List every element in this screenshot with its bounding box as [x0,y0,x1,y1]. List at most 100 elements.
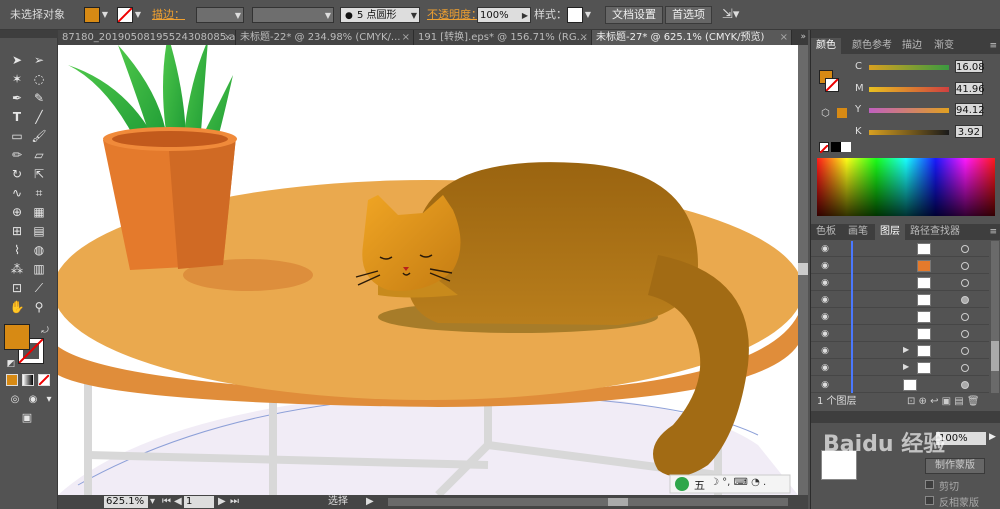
tab-brushes[interactable]: 画笔 [843,224,873,240]
zoom-field[interactable]: 625.1% [104,496,148,508]
tab-doc-2[interactable]: 未标题-22* @ 234.98% (CMYK/... × [236,30,414,45]
target-icon[interactable] [961,296,969,304]
layer-action-icons[interactable]: ⊡ ⊕ ↩ ▣ ▤ 🗑 [907,395,980,409]
layers-scrollbar[interactable] [991,241,999,393]
draw-inside-icon[interactable]: ▾ [40,392,58,408]
layer-row[interactable]: ◉ [811,326,989,342]
target-icon[interactable] [961,364,969,372]
eye-icon[interactable]: ◉ [819,277,831,289]
none-mode-icon[interactable] [38,374,50,386]
gradient-mode-icon[interactable] [22,374,34,386]
target-icon[interactable] [961,245,969,253]
tab-stroke[interactable]: 描边 [897,38,927,54]
close-icon[interactable]: × [402,30,410,45]
tab-color-guide[interactable]: 颜色参考 [847,38,897,54]
scale-tool-icon[interactable]: ⇱ [30,166,48,182]
layer-row[interactable]: ◉ ▶ [811,343,989,359]
color-spectrum[interactable] [817,158,995,216]
magic-wand-icon[interactable]: ✶ [8,71,26,87]
channel-y-slider[interactable] [869,108,949,113]
lasso-icon[interactable]: ◌ [30,71,48,87]
invert-mask-checkbox[interactable] [925,496,934,505]
channel-m-slider[interactable] [869,87,949,92]
eye-icon[interactable]: ◉ [819,311,831,323]
preferences-button[interactable]: 首选项 [665,6,712,24]
gradient-tool-icon[interactable]: ▤ [30,223,48,239]
eye-icon[interactable]: ◉ [819,362,831,374]
pen-tool-icon[interactable]: ✒ [8,90,26,106]
last-artboard-icon[interactable]: ⏭ [230,495,239,509]
expand-arrow-icon[interactable]: ▶ [903,362,909,371]
target-icon[interactable] [961,313,969,321]
rotate-tool-icon[interactable]: ↻ [8,166,26,182]
paintbrush-icon[interactable]: 🖌 [30,128,48,144]
arrange-icon[interactable]: ⇲▾ [722,6,739,24]
tab-doc-1[interactable]: 87180_20190508195524308085.ai* × [58,30,236,45]
eye-icon[interactable]: ◉ [819,260,831,272]
panel-menu-icon[interactable]: ≡ [989,224,997,240]
tabs-overflow-icon[interactable]: » [800,30,806,45]
ime-tool-icons[interactable]: ☽ °, ⌨ ◔ . [710,477,766,488]
layer-row[interactable]: ◉ [811,241,989,257]
fill-dropdown[interactable]: ▼ [100,7,110,23]
eye-icon[interactable]: ◉ [819,379,831,391]
gamut-swatch[interactable] [837,108,847,118]
mesh-tool-icon[interactable]: ⊞ [8,223,26,239]
shape-builder-icon[interactable]: ⊕ [8,204,26,220]
symbol-sprayer-icon[interactable]: ⁂ [8,261,26,277]
zoom-tool-icon[interactable]: ⚲ [30,299,48,315]
target-icon[interactable] [961,330,969,338]
transparency-opacity-arrow[interactable]: ▶ [989,432,996,442]
layer-row[interactable]: ◉ ▶ [811,360,989,376]
perspective-grid-icon[interactable]: ▦ [30,204,48,220]
eye-icon[interactable]: ◉ [819,243,831,255]
vertical-scrollbar[interactable] [798,45,808,495]
target-icon[interactable] [961,279,969,287]
make-mask-button[interactable]: 制作蒙版 [925,458,985,474]
style-swatch[interactable] [567,7,583,23]
draw-normal-icon[interactable]: ◎ [6,392,24,408]
hand-tool-icon[interactable]: ✋ [8,299,26,315]
channel-c-value[interactable]: 16.08 [955,60,985,73]
channel-c-slider[interactable] [869,65,949,70]
first-artboard-icon[interactable]: ⏮ [162,495,171,509]
next-artboard-icon[interactable]: ▶ [218,495,226,509]
line-tool-icon[interactable]: ╱ [30,109,48,125]
toolbar-grip[interactable] [0,30,58,38]
channel-m-value[interactable]: 41.96 [955,82,985,95]
artboard-canvas[interactable]: 五 ☽ °, ⌨ ◔ . [58,45,798,495]
vscroll-thumb[interactable] [798,263,808,275]
document-setup-button[interactable]: 文档设置 [605,6,663,24]
target-icon[interactable] [961,347,969,355]
selection-tool-icon[interactable]: ➤ [8,52,26,68]
column-graph-icon[interactable]: ▥ [30,261,48,277]
eraser-icon[interactable]: ▱ [30,147,48,163]
layer-row[interactable]: ◉ [811,292,989,308]
eyedropper-icon[interactable]: ⌇ [8,242,26,258]
opacity-label[interactable]: 不透明度： [427,6,482,24]
layer-row[interactable]: ◉ [811,309,989,325]
target-icon[interactable] [961,381,969,389]
direct-selection-tool-icon[interactable]: ➢ [30,52,48,68]
scroll-thumb[interactable] [608,498,628,506]
layer-row[interactable]: ◉ [811,258,989,274]
stroke-weight-dropdown[interactable]: ▼ [196,7,244,23]
channel-k-slider[interactable] [869,130,949,135]
layer-row[interactable]: ◉ [811,377,989,393]
layers-scroll-thumb[interactable] [991,341,999,371]
layer-row[interactable]: ◉ [811,275,989,291]
tab-doc-4[interactable]: 未标题-27* @ 625.1% (CMYK/预览) × [592,30,792,45]
style-dropdown[interactable]: ▼ [583,7,593,23]
white-chip[interactable] [841,142,851,152]
blend-tool-icon[interactable]: ◍ [30,242,48,258]
screen-mode-icon[interactable]: ▣ [18,410,36,426]
rectangle-tool-icon[interactable]: ▭ [8,128,26,144]
variable-width-dropdown[interactable]: ▼ [252,7,334,23]
default-colors-icon[interactable]: ◩ [2,356,20,372]
zoom-dropdown-icon[interactable]: ▾ [150,495,155,509]
tab-gradient[interactable]: 渐变 [929,38,959,54]
tab-color[interactable]: 颜色 [811,38,841,54]
tab-pathfinder[interactable]: 路径查找器 [905,224,965,240]
channel-y-value[interactable]: 94.12 [955,103,985,116]
pencil-icon[interactable]: ✏ [8,147,26,163]
